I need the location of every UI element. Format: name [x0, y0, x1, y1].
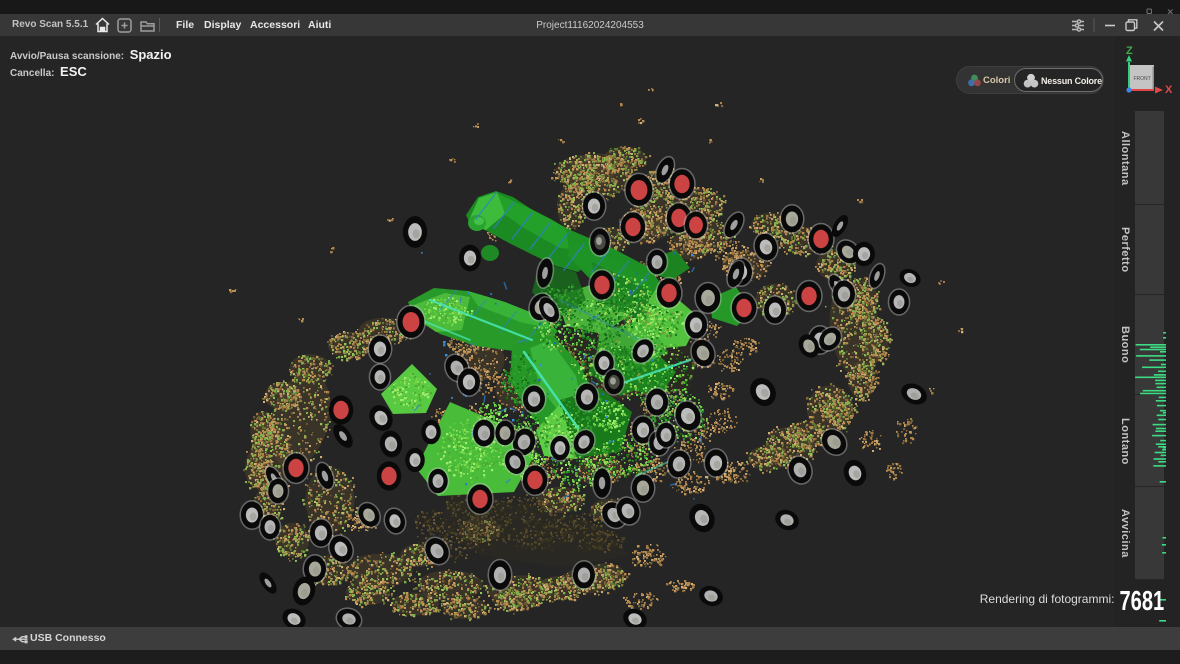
svg-text:X: X: [1165, 84, 1173, 96]
svg-text:FRONT: FRONT: [1134, 76, 1151, 82]
svg-text:Z: Z: [1126, 45, 1133, 57]
